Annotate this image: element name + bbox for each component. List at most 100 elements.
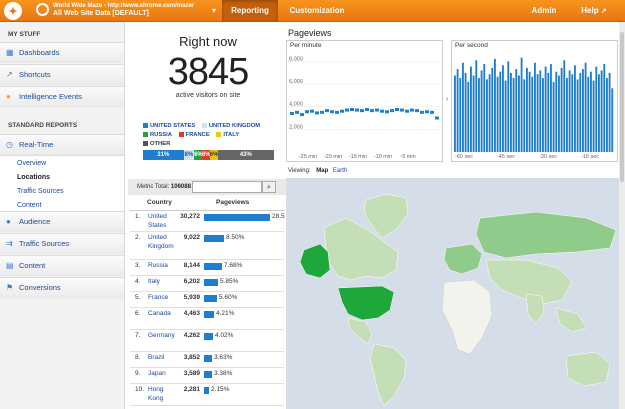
map-region-russia[interactable]: [475, 211, 617, 259]
per-second-bar: [494, 58, 496, 152]
per-second-bar: [595, 66, 598, 152]
per-second-bar: [571, 74, 574, 152]
per-second-bar: [574, 65, 576, 152]
world-map[interactable]: [286, 178, 625, 409]
per-minute-marker: [340, 109, 344, 113]
per-second-bar: [600, 70, 603, 152]
per-second-bar: [526, 67, 528, 152]
per-second-bar: [472, 75, 475, 152]
per-second-bar: [584, 62, 587, 152]
per-second-bar: [555, 71, 558, 152]
per-minute-marker: [345, 108, 349, 112]
per-second-bar: [507, 61, 510, 152]
per-minute-marker: [425, 110, 429, 114]
per-minute-marker: [305, 110, 309, 114]
per-second-bar: [502, 65, 504, 152]
per-minute-marker: [320, 110, 324, 114]
per-second-bar: [510, 72, 512, 152]
per-second-bar: [536, 74, 539, 152]
per-second-bar: [491, 67, 494, 152]
analytics-page: ✦ World Wide Maze - http://www.chrome.co…: [0, 0, 625, 409]
per-minute-marker: [375, 108, 379, 112]
map-region-india[interactable]: [525, 293, 545, 325]
per-minute-marker: [295, 110, 299, 114]
per-minute-marker: [370, 109, 374, 113]
per-minute-marker: [315, 111, 319, 115]
per-second-bar: [592, 80, 595, 152]
per-second-bar: [470, 66, 472, 152]
per-minute-marker: [390, 109, 394, 113]
x-tick-label: -25 min: [299, 154, 317, 160]
per-second-bar: [483, 64, 486, 152]
map-region-southeast-asia[interactable]: [555, 307, 587, 333]
per-minute-marker: [380, 109, 384, 113]
per-second-bar: [459, 78, 462, 152]
per-minute-marker: [360, 109, 364, 113]
per-second-bar: [528, 71, 531, 152]
per-minute-marker: [420, 110, 424, 114]
per-minute-marker: [310, 109, 314, 113]
per-second-bar: [568, 70, 571, 152]
per-minute-marker: [300, 113, 304, 117]
per-second-bar: [499, 71, 502, 152]
per-second-bar: [587, 76, 590, 152]
per-minute-marker: [350, 108, 354, 111]
per-second-bar: [488, 74, 491, 152]
view-map-tab[interactable]: Map: [316, 168, 328, 174]
per-minute-marker: [395, 108, 399, 111]
per-second-bar: [518, 75, 520, 152]
x-tick-label: -15 min: [349, 154, 367, 160]
per-second-bar: [456, 69, 459, 152]
per-second-bar: [515, 69, 518, 152]
per-second-bar: [539, 70, 542, 152]
per-second-bar: [560, 67, 563, 152]
per-second-bar: [464, 72, 467, 152]
map-region-united-states[interactable]: [337, 285, 395, 321]
per-minute-marker: [435, 116, 439, 120]
view-toggle: Viewing: Map Earth: [288, 168, 348, 174]
per-minute-marker: [415, 109, 419, 113]
map-region-africa[interactable]: [441, 279, 493, 355]
per-minute-marker: [385, 110, 389, 114]
map-region-south-america[interactable]: [369, 343, 407, 407]
per-minute-marker: [400, 108, 404, 112]
per-minute-marker: [365, 108, 369, 111]
chevron-right-icon[interactable]: ›: [443, 93, 451, 107]
y-tick-label: 2,000: [289, 124, 303, 130]
y-tick-label: 4,000: [289, 102, 303, 108]
per-second-bar: [520, 57, 523, 152]
per-second-bar: [467, 81, 470, 152]
map-region-europe[interactable]: [443, 243, 483, 275]
x-tick-label: -20 min: [324, 154, 342, 160]
view-earth-tab[interactable]: Earth: [333, 168, 347, 174]
per-second-bar: [454, 75, 456, 152]
per-second-bar: [486, 79, 488, 152]
scrollbar-thumb[interactable]: [620, 32, 624, 182]
per-second-bar: [504, 80, 507, 152]
per-second-bar: [531, 76, 534, 152]
per-minute-marker: [405, 109, 409, 113]
per-second-bar: [547, 72, 550, 152]
per-second-bar: [544, 66, 547, 152]
per-minute-marker: [290, 111, 294, 115]
per-second-bar: [563, 60, 566, 153]
vertical-scrollbar[interactable]: [619, 22, 625, 409]
per-second-bar: [608, 72, 611, 152]
per-second-bar: [475, 60, 478, 153]
per-second-bar: [552, 81, 555, 152]
map-region-australia[interactable]: [565, 351, 611, 387]
per-second-bar: [558, 75, 560, 152]
per-minute-marker: [410, 108, 414, 112]
per-second-bar: [606, 78, 608, 152]
per-second-bar: [598, 74, 600, 152]
map-region-greenland[interactable]: [363, 193, 409, 239]
x-tick-label: -10 min: [374, 154, 392, 160]
map-region-alaska[interactable]: [299, 243, 331, 279]
map-region-mexico[interactable]: [347, 317, 373, 345]
per-second-bar: [542, 78, 544, 152]
per-second-bar: [603, 64, 606, 152]
x-tick-label: -60 sec: [455, 154, 473, 160]
per-minute-marker: [330, 110, 334, 114]
per-second-bar: [480, 70, 483, 152]
per-second-bar: [496, 76, 499, 152]
